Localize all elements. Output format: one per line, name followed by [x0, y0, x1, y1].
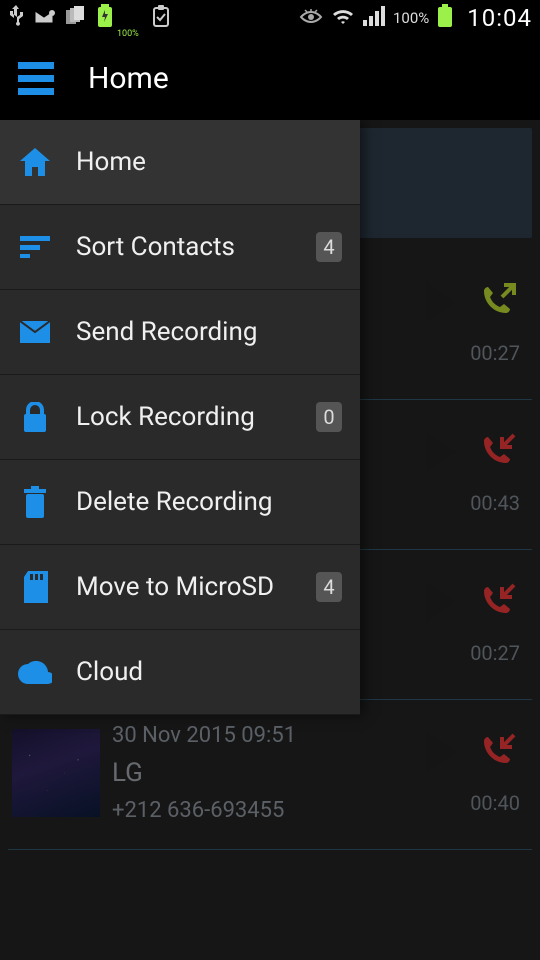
- drawer-item-move-to-microsd[interactable]: Move to MicroSD 4: [0, 545, 360, 630]
- cloud-icon: [18, 660, 52, 684]
- drawer-item-lock-recording[interactable]: Lock Recording 0: [0, 375, 360, 460]
- home-icon: [18, 148, 52, 176]
- drawer-item-label: Move to MicroSD: [76, 572, 274, 602]
- battery-charge-label: 100%: [117, 29, 139, 39]
- drawer-item-label: Sort Contacts: [76, 232, 235, 262]
- windows-icon: [66, 6, 86, 31]
- drawer-item-label: Home: [76, 147, 146, 177]
- status-clock: 10:04: [467, 4, 532, 32]
- drawer-item-label: Send Recording: [76, 317, 257, 347]
- sdcard-icon: [18, 571, 52, 603]
- drawer-item-label: Cloud: [76, 657, 143, 687]
- drawer-item-label: Delete Recording: [76, 487, 272, 517]
- drawer-item-delete-recording[interactable]: Delete Recording: [0, 460, 360, 545]
- content-area: 00:27 00:43: [0, 120, 540, 960]
- lock-icon: [18, 402, 52, 432]
- page-title: Home: [88, 61, 169, 96]
- usb-icon: [8, 5, 24, 32]
- mail-status-icon: [34, 6, 56, 30]
- eye-icon: [299, 6, 323, 30]
- drawer-item-sort-contacts[interactable]: Sort Contacts 4: [0, 205, 360, 290]
- drawer-item-badge: 4: [316, 232, 342, 262]
- clipboard-icon: [151, 5, 171, 32]
- battery-charge-icon: 100%: [96, 4, 141, 33]
- drawer-item-badge: 0: [316, 402, 342, 432]
- battery-pct-label: 100%: [393, 9, 429, 27]
- drawer-item-cloud[interactable]: Cloud: [0, 630, 360, 715]
- app-bar: Home: [0, 36, 540, 120]
- mail-icon: [18, 321, 52, 343]
- wifi-icon: [331, 6, 355, 31]
- sort-icon: [18, 236, 52, 258]
- drawer-item-send-recording[interactable]: Send Recording: [0, 290, 360, 375]
- trash-icon: [18, 486, 52, 518]
- menu-button[interactable]: [12, 56, 60, 101]
- signal-icon: [363, 6, 385, 31]
- drawer-item-badge: 4: [316, 572, 342, 602]
- drawer-item-label: Lock Recording: [76, 402, 255, 432]
- drawer-item-home[interactable]: Home: [0, 120, 360, 205]
- battery-icon: [437, 4, 453, 33]
- status-bar: 100% 100% 10:04: [0, 0, 540, 36]
- navigation-drawer: Home Sort Contacts 4 Send Recording Lock…: [0, 120, 360, 715]
